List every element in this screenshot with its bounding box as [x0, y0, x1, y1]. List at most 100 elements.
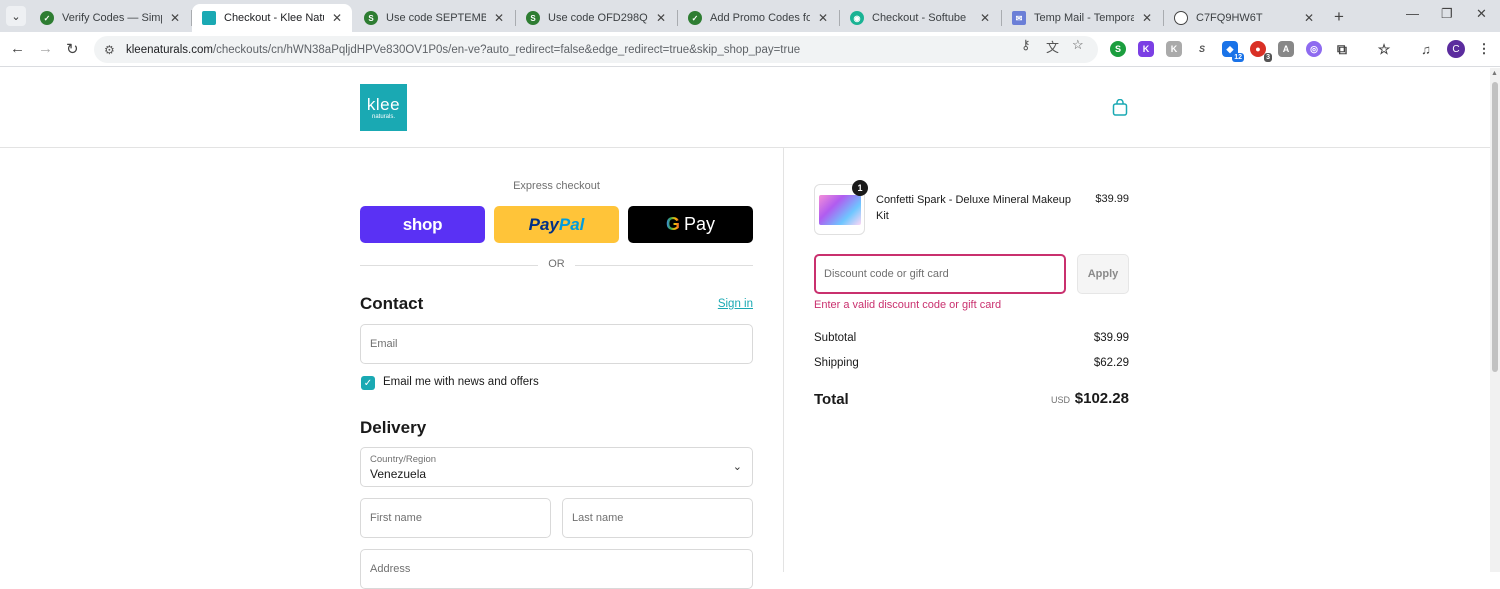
check-favicon-icon: ✓ — [688, 11, 702, 25]
country-select[interactable]: Country/Region Venezuela ⌄ — [360, 447, 753, 487]
email-field[interactable]: Email — [360, 324, 753, 364]
close-icon[interactable]: ✕ — [492, 11, 506, 25]
browser-toolbar: ← → ↻ ⚙ kleenaturals.com/checkouts/cn/hW… — [0, 32, 1500, 67]
tab-code-september[interactable]: S Use code SEPTEMBER25 a ✕ — [354, 4, 514, 32]
back-icon[interactable]: ← — [10, 40, 25, 57]
tab-strip: ⌄ ✓ Verify Codes — SimplyCo ✕ Checkout -… — [0, 0, 1500, 32]
tab-search-button[interactable]: ⌄ — [6, 6, 26, 26]
close-icon[interactable]: ✕ — [1140, 11, 1154, 25]
shopping-bag-icon[interactable] — [1112, 99, 1128, 116]
address-placeholder: Address — [370, 563, 411, 575]
media-control-icon[interactable]: ♫ — [1418, 41, 1434, 57]
close-icon[interactable]: ✕ — [978, 11, 992, 25]
tab-title: C7FQ9HW6T — [1196, 12, 1263, 24]
close-icon[interactable]: ✕ — [330, 11, 344, 25]
shipping-value: $62.29 — [1093, 357, 1129, 369]
quantity-badge: 1 — [852, 180, 868, 196]
close-icon[interactable]: ✕ — [654, 11, 668, 25]
product-price: $39.99 — [1095, 193, 1129, 205]
profile-avatar[interactable]: C — [1447, 40, 1465, 58]
paypal-button[interactable]: Pay Pal — [494, 206, 619, 243]
tab-c7fq[interactable]: C7FQ9HW6T ✕ — [1164, 4, 1324, 32]
close-icon[interactable]: ✕ — [816, 11, 830, 25]
tab-temp-mail[interactable]: ✉ Temp Mail - Temporary E ✕ — [1002, 4, 1162, 32]
klee-favicon-icon — [202, 11, 216, 25]
discount-error-message: Enter a valid discount code or gift card — [814, 299, 1002, 311]
extension-grey-icon[interactable]: K — [1166, 41, 1182, 57]
close-icon[interactable]: ✕ — [1302, 11, 1316, 25]
extensions-puzzle-icon[interactable]: ⧉ — [1334, 41, 1350, 57]
tab-code-ofd[interactable]: S Use code OFD298QDX at ✕ — [516, 4, 676, 32]
or-divider: OR — [360, 258, 753, 272]
apply-label: Apply — [1087, 268, 1119, 280]
url-text[interactable]: kleenaturals.com/checkouts/cn/hWN38aPqlj… — [126, 44, 800, 56]
extension-s-icon[interactable]: S — [1110, 41, 1126, 57]
store-logo[interactable]: klee naturals. — [360, 84, 407, 131]
password-key-icon[interactable]: ⚷ — [1021, 37, 1031, 53]
google-g-icon: G — [665, 214, 680, 234]
total-label: Total — [814, 391, 849, 408]
shop-pay-label: shop — [402, 214, 443, 234]
menu-kebab-icon[interactable]: ⋮ — [1476, 41, 1492, 57]
apply-button[interactable]: Apply — [1077, 254, 1129, 294]
extension-k-icon[interactable]: K — [1138, 41, 1154, 57]
extension-purple-icon[interactable]: ◎ — [1306, 41, 1322, 57]
sign-in-link[interactable]: Sign in — [700, 298, 753, 310]
close-icon[interactable]: ✕ — [168, 11, 182, 25]
tab-softube[interactable]: ◉ Checkout - Softube ✕ — [840, 4, 1000, 32]
tab-title: Use code OFD298QDX at — [548, 12, 648, 24]
country-label: Country/Region — [370, 454, 437, 465]
extension-ad-icon[interactable]: A — [1278, 41, 1294, 57]
shop-pay-button[interactable]: shop — [360, 206, 485, 243]
restore-icon[interactable]: ❐ — [1441, 6, 1453, 22]
google-pay-button[interactable]: G Pay — [628, 206, 753, 243]
extension-red-icon[interactable]: ● 3 — [1250, 41, 1272, 62]
store-header: klee naturals. — [0, 68, 1490, 148]
extension-blue-icon[interactable]: ◆ 12 — [1222, 41, 1244, 62]
mail-favicon-icon: ✉ — [1012, 11, 1026, 25]
scrollbar-thumb[interactable] — [1492, 82, 1498, 372]
extension-s2-icon[interactable]: S — [1194, 41, 1210, 57]
contact-heading: Contact — [360, 294, 424, 313]
gpay-label: Pay — [683, 214, 716, 234]
last-name-field[interactable]: Last name — [562, 498, 753, 538]
express-checkout-label: Express checkout — [513, 180, 600, 192]
softube-favicon-icon: ◉ — [850, 11, 864, 25]
page-scrollbar[interactable]: ▲ — [1490, 68, 1500, 572]
discount-code-input[interactable]: Discount code or gift card — [814, 254, 1066, 294]
tab-title: Use code SEPTEMBER25 a — [386, 12, 486, 24]
subtotal-value: $39.99 — [1093, 332, 1129, 344]
scroll-up-icon[interactable]: ▲ — [1491, 70, 1498, 77]
total-currency: USD — [1050, 395, 1070, 405]
first-name-placeholder: First name — [370, 512, 422, 524]
site-settings-icon[interactable]: ⚙ — [104, 43, 120, 57]
tab-add-promo[interactable]: ✓ Add Promo Codes for Sof ✕ — [678, 4, 838, 32]
newsletter-checkbox[interactable]: ✓ — [361, 376, 375, 390]
column-divider — [783, 148, 784, 572]
bookmarks-icon[interactable]: ☆ — [1376, 41, 1392, 57]
tab-verify-codes[interactable]: ✓ Verify Codes — SimplyCo ✕ — [30, 4, 190, 32]
address-field[interactable]: Address — [360, 549, 753, 589]
discount-placeholder: Discount code or gift card — [824, 268, 949, 280]
forward-icon[interactable]: → — [38, 40, 53, 57]
first-name-field[interactable]: First name — [360, 498, 551, 538]
new-tab-icon[interactable]: + — [1334, 7, 1344, 27]
shipping-label: Shipping — [814, 357, 859, 369]
tab-title: Verify Codes — SimplyCo — [62, 12, 162, 24]
paypal-label-b: Pal — [558, 214, 585, 234]
tab-checkout-klee[interactable]: Checkout - Klee Naturals ✕ — [192, 4, 352, 32]
chevron-down-icon: ⌄ — [732, 461, 742, 473]
reload-icon[interactable]: ↻ — [66, 40, 79, 58]
minimize-icon[interactable]: — — [1406, 6, 1419, 21]
s-favicon-icon: S — [526, 11, 540, 25]
bookmark-star-icon[interactable]: ☆ — [1072, 37, 1084, 53]
email-placeholder: Email — [370, 338, 398, 350]
translate-icon[interactable]: 文 — [1046, 37, 1059, 56]
window-close-icon[interactable]: ✕ — [1476, 6, 1487, 22]
extension-badge: 12 — [1232, 53, 1244, 62]
tab-title: Checkout - Klee Naturals — [224, 12, 324, 24]
address-bar[interactable]: ⚙ kleenaturals.com/checkouts/cn/hWN38aPq… — [94, 36, 1098, 63]
chevron-down-icon: ⌄ — [11, 10, 21, 23]
country-value: Venezuela — [370, 467, 427, 481]
checkmark-icon: ✓ — [363, 377, 373, 389]
